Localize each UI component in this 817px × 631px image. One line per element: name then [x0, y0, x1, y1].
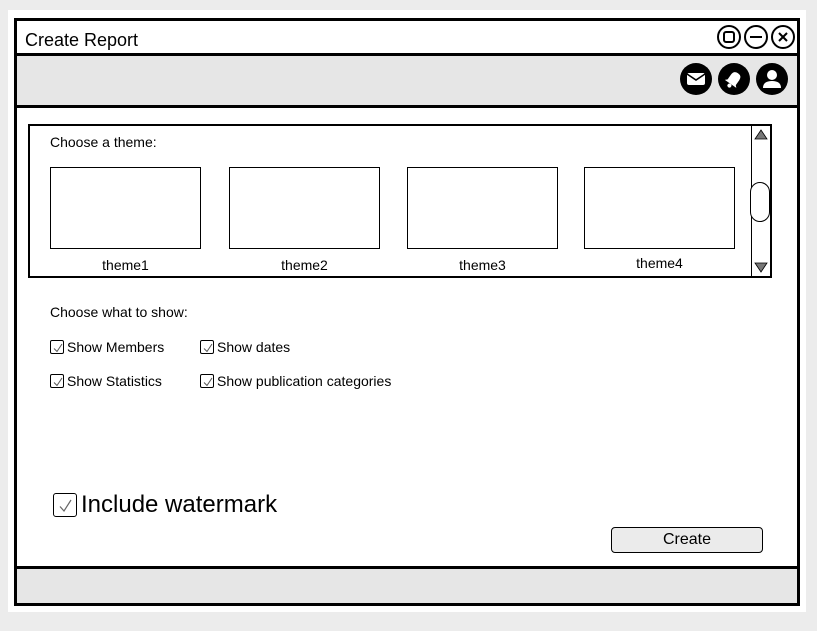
show-statistics-label: Show Statistics [67, 373, 162, 389]
theme-section-label: Choose a theme: [50, 134, 157, 150]
toolbar [17, 56, 797, 108]
scroll-thumb[interactable] [750, 182, 770, 222]
show-categories-checkbox[interactable] [200, 374, 214, 388]
status-bar [17, 566, 797, 603]
create-report-window: Create Report Choose a theme: theme1 the… [14, 18, 800, 606]
mail-button[interactable] [680, 63, 712, 95]
theme-label-2: theme2 [281, 257, 328, 273]
include-watermark-checkbox[interactable] [53, 493, 77, 517]
close-icon [778, 32, 788, 42]
checkmark-icon [203, 377, 213, 387]
checkmark-icon [203, 343, 213, 353]
show-members-label: Show Members [67, 339, 165, 355]
include-watermark-label: Include watermark [81, 491, 278, 518]
checkmark-icon [53, 377, 63, 387]
scroll-up-icon[interactable] [754, 128, 768, 140]
show-section-label: Choose what to show: [50, 304, 188, 320]
show-dates-label: Show dates [217, 339, 291, 355]
checkmark-icon [59, 499, 72, 512]
theme-option-4[interactable] [584, 167, 735, 249]
theme-label-4: theme4 [636, 255, 683, 271]
show-statistics-option[interactable]: Show Statistics [50, 373, 162, 389]
profile-button[interactable] [756, 63, 788, 95]
minimize-button[interactable] [744, 25, 768, 49]
theme-option-2[interactable] [229, 167, 380, 249]
theme-label-3: theme3 [459, 257, 506, 273]
show-members-option[interactable]: Show Members [50, 339, 164, 355]
close-button[interactable] [771, 25, 795, 49]
show-dates-option[interactable]: Show dates [200, 339, 290, 355]
theme-option-3[interactable] [407, 167, 558, 249]
window-title: Create Report [25, 30, 139, 50]
checkmark-icon [53, 343, 63, 353]
include-watermark-option[interactable]: Include watermark [53, 491, 277, 519]
show-dates-checkbox[interactable] [200, 340, 214, 354]
title-bar: Create Report [17, 21, 797, 56]
bell-icon [724, 72, 741, 88]
theme-option-1[interactable] [50, 167, 201, 249]
show-members-checkbox[interactable] [50, 340, 64, 354]
theme-label-1: theme1 [102, 257, 149, 273]
minimize-icon [750, 36, 762, 38]
show-statistics-checkbox[interactable] [50, 374, 64, 388]
create-button[interactable]: Create [611, 527, 763, 553]
user-icon [763, 70, 781, 88]
show-categories-label: Show publication categories [217, 373, 392, 389]
scroll-down-icon[interactable] [754, 262, 768, 274]
mail-icon [686, 73, 706, 85]
show-categories-option[interactable]: Show publication categories [200, 373, 391, 389]
maximize-icon [723, 31, 735, 43]
theme-picker: Choose a theme: theme1 theme2 theme3 the… [28, 124, 772, 278]
maximize-button[interactable] [717, 25, 741, 49]
notifications-button[interactable] [718, 63, 750, 95]
theme-scrollbar[interactable] [750, 126, 770, 276]
